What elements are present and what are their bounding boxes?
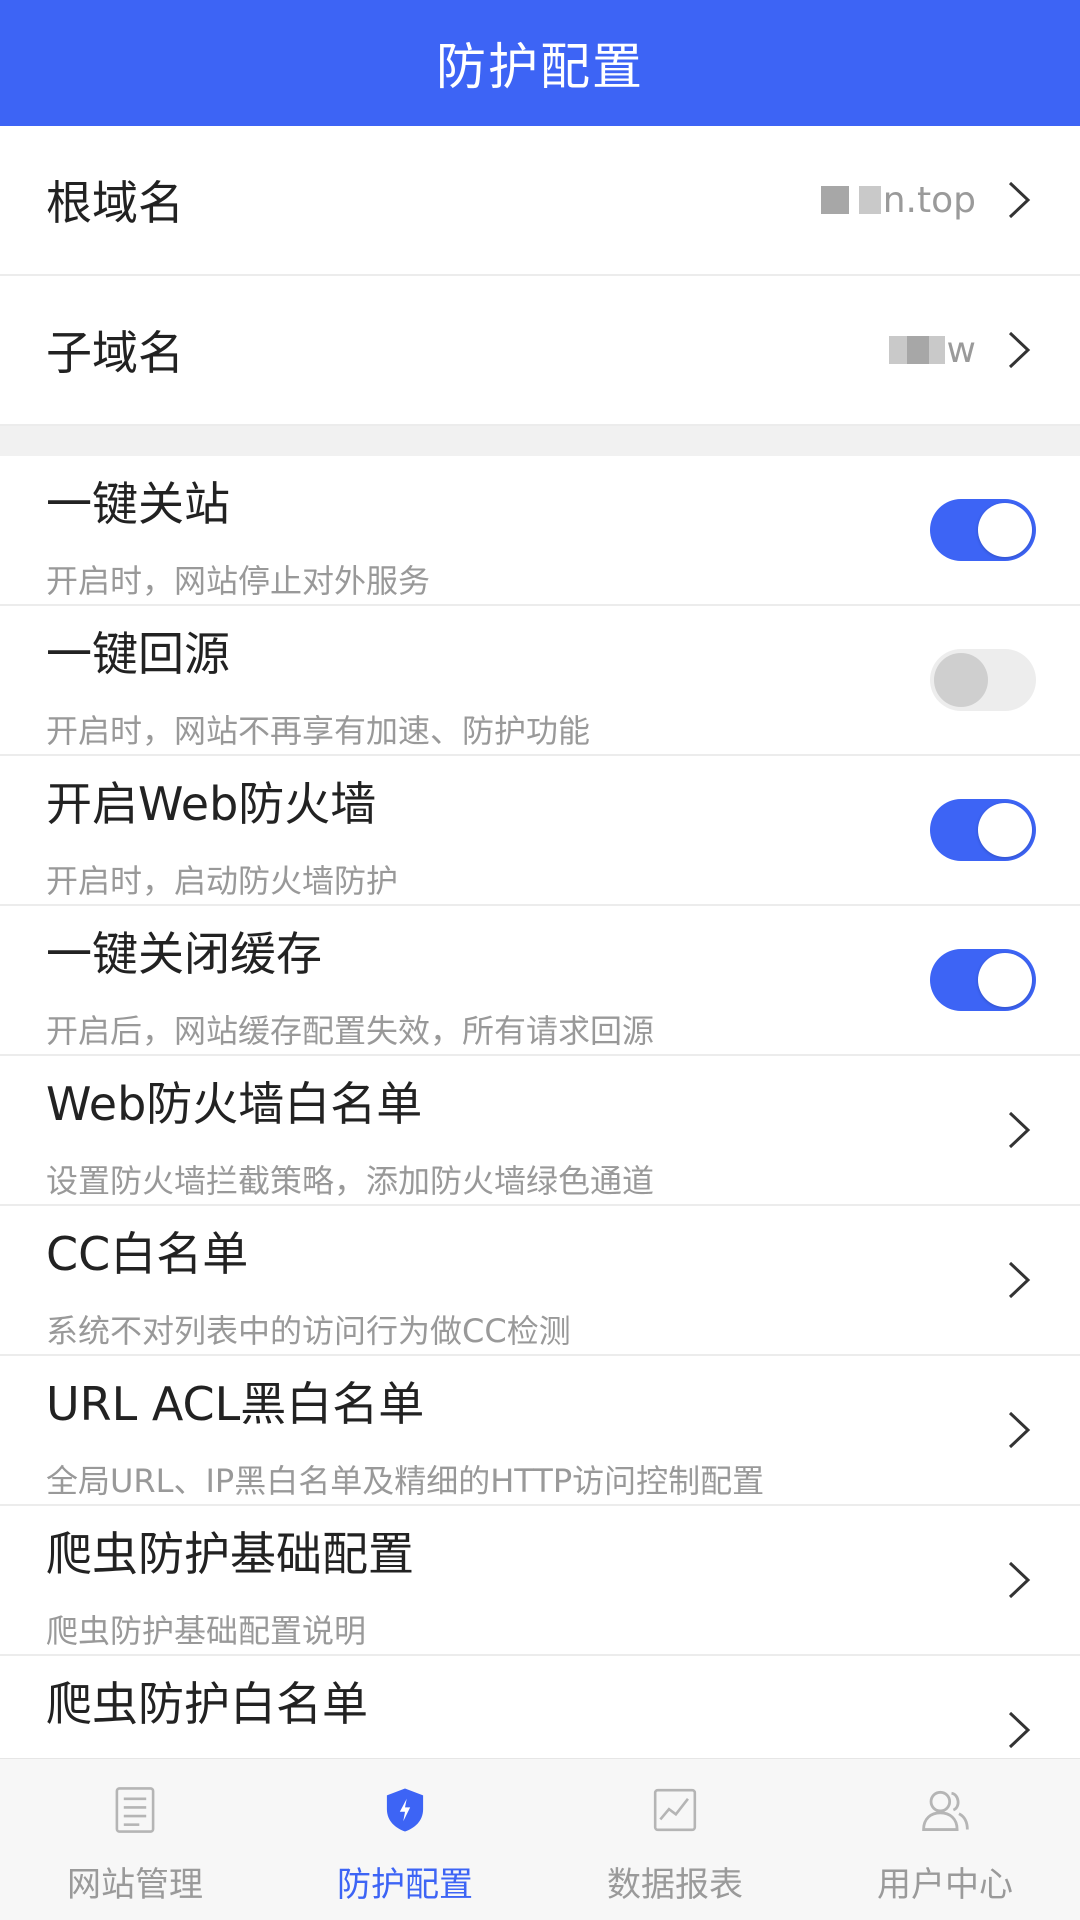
web-firewall-toggle[interactable] [930, 799, 1036, 861]
tab-site-management[interactable]: 网站管理 [0, 1759, 270, 1920]
section-divider [0, 426, 1080, 456]
setting-disable-cache: 一键关闭缓存 开启后，网站缓存配置失效，所有请求回源 [0, 906, 1080, 1056]
root-domain-label: 根域名 [46, 176, 184, 230]
redaction-block [928, 336, 945, 364]
settings-list: 根域名 n.top 子域名 w 一键关站 开启时，网站停止对外服务 一键回源 开… [0, 126, 1080, 1806]
chart-icon [646, 1781, 704, 1839]
bottom-tab-bar: 网站管理 防护配置 数据报表 用户中心 [0, 1758, 1080, 1920]
header-bar: 防护配置 [0, 0, 1080, 126]
redaction-block [820, 186, 849, 214]
setting-title: 爬虫防护基础配置 [46, 1527, 414, 1581]
setting-description: 全局URL、IP黑白名单及精细的HTTP访问控制配置 [46, 1462, 765, 1500]
chevron-right-icon [1002, 1258, 1036, 1302]
setting-cc-whitelist[interactable]: CC白名单 系统不对列表中的访问行为做CC检测 [0, 1206, 1080, 1356]
redaction-block [888, 336, 907, 364]
tab-label: 网站管理 [67, 1865, 203, 1905]
setting-description: 开启时，启动防火墙防护 [46, 862, 399, 900]
setting-web-firewall: 开启Web防火墙 开启时，启动防火墙防护 [0, 756, 1080, 906]
setting-title: 开启Web防火墙 [46, 777, 377, 831]
sub-domain-row[interactable]: 子域名 w [0, 276, 1080, 426]
chevron-right-icon [1002, 1408, 1036, 1452]
setting-back-to-origin: 一键回源 开启时，网站不再享有加速、防护功能 [0, 606, 1080, 756]
sub-domain-value: w [888, 330, 976, 371]
setting-waf-whitelist[interactable]: Web防火墙白名单 设置防火墙拦截策略，添加防火墙绿色通道 [0, 1056, 1080, 1206]
close-site-toggle[interactable] [930, 499, 1036, 561]
setting-title: 一键回源 [46, 627, 230, 681]
redaction-block [858, 186, 881, 214]
setting-title: 爬虫防护白名单 [46, 1677, 368, 1731]
document-icon [106, 1781, 164, 1839]
setting-description: 设置防火墙拦截策略，添加防火墙绿色通道 [46, 1162, 655, 1200]
tab-user-center[interactable]: 用户中心 [810, 1759, 1080, 1920]
setting-description: 系统不对列表中的访问行为做CC检测 [46, 1312, 571, 1350]
setting-description: 开启后，网站缓存配置失效，所有请求回源 [46, 1012, 655, 1050]
setting-description: 开启时，网站不再享有加速、防护功能 [46, 712, 591, 750]
back-to-origin-toggle[interactable] [930, 649, 1036, 711]
tab-protection-config[interactable]: 防护配置 [270, 1759, 540, 1920]
setting-title: CC白名单 [46, 1227, 249, 1281]
setting-title: 一键关站 [46, 477, 230, 531]
page-title: 防护配置 [436, 38, 644, 96]
chevron-right-icon [1002, 1558, 1036, 1602]
setting-crawler-basic[interactable]: 爬虫防护基础配置 爬虫防护基础配置说明 [0, 1506, 1080, 1656]
setting-close-site: 一键关站 开启时，网站停止对外服务 [0, 456, 1080, 606]
tab-label: 防护配置 [337, 1865, 473, 1905]
disable-cache-toggle[interactable] [930, 949, 1036, 1011]
chevron-right-icon [1002, 1708, 1036, 1752]
sub-domain-label: 子域名 [46, 326, 184, 380]
tab-data-report[interactable]: 数据报表 [540, 1759, 810, 1920]
setting-title: URL ACL黑白名单 [46, 1377, 425, 1431]
tab-label: 用户中心 [877, 1865, 1013, 1905]
setting-description: 开启时，网站停止对外服务 [46, 562, 431, 600]
shield-icon [376, 1781, 434, 1839]
root-domain-row[interactable]: 根域名 n.top [0, 126, 1080, 276]
chevron-right-icon [1002, 178, 1036, 222]
setting-description: 爬虫防护基础配置说明 [46, 1612, 367, 1650]
users-icon [916, 1781, 974, 1839]
root-domain-value: n.top [820, 180, 976, 221]
setting-title: Web防火墙白名单 [46, 1077, 423, 1131]
tab-label: 数据报表 [607, 1865, 743, 1905]
setting-title: 一键关闭缓存 [46, 927, 322, 981]
redaction-block [906, 336, 929, 364]
chevron-right-icon [1002, 328, 1036, 372]
chevron-right-icon [1002, 1108, 1036, 1152]
setting-url-acl[interactable]: URL ACL黑白名单 全局URL、IP黑白名单及精细的HTTP访问控制配置 [0, 1356, 1080, 1506]
